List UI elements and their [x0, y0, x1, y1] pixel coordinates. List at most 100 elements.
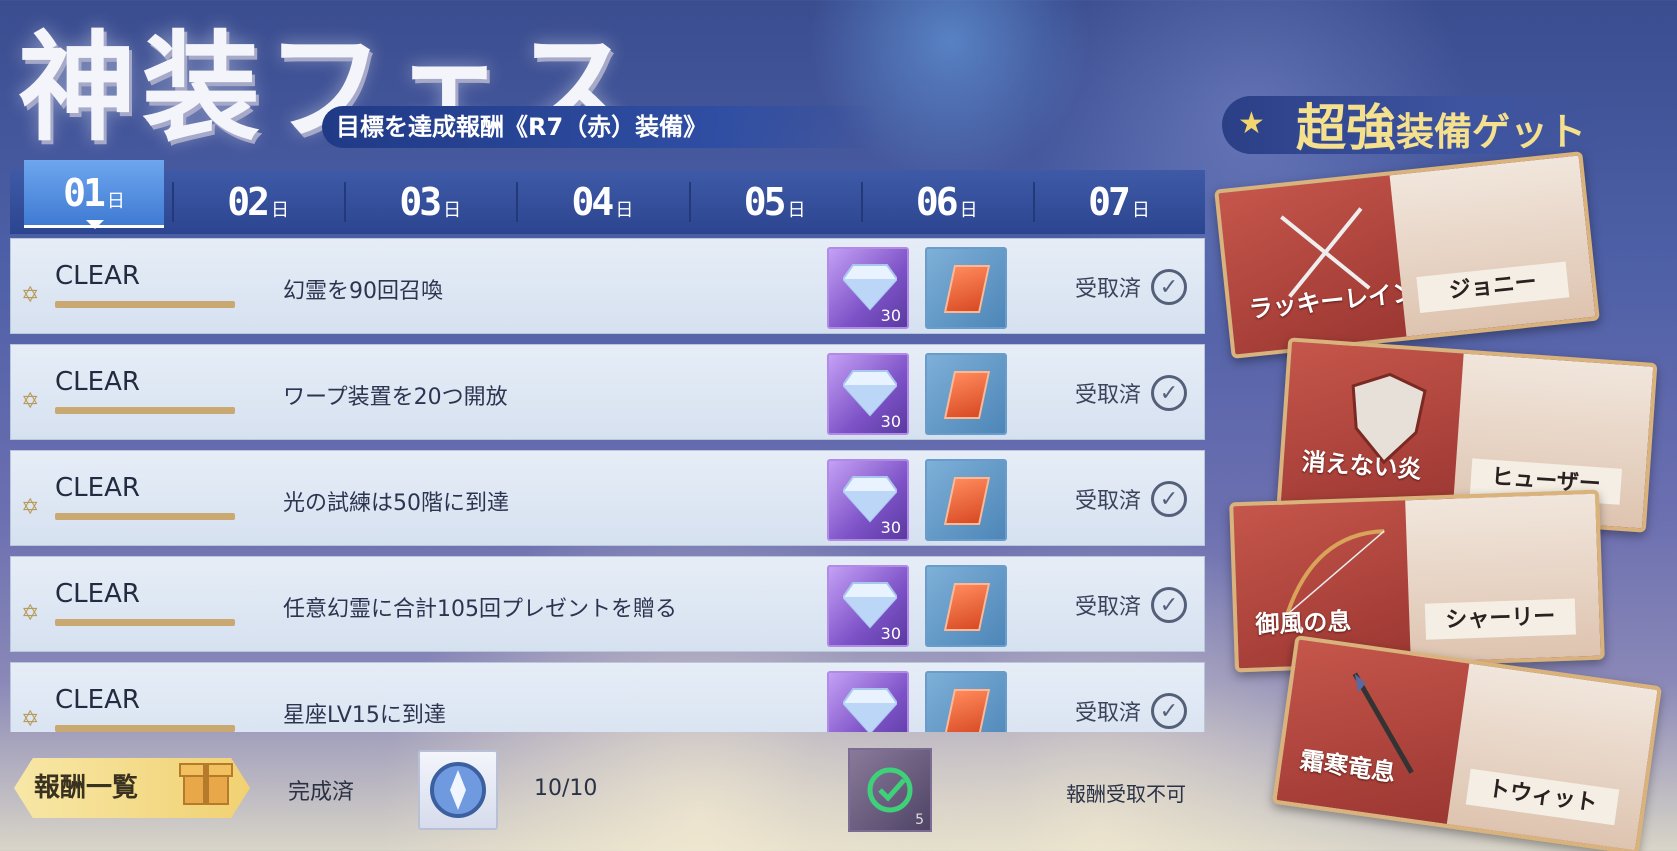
claim-status: 受取済 ✓: [1075, 587, 1188, 623]
tab-day-label: 日: [270, 200, 289, 221]
tab-number: 07: [1088, 180, 1131, 224]
task-progress-bar: [55, 725, 235, 732]
task-state: CLEAR: [55, 685, 140, 715]
gem-reward[interactable]: 30: [827, 565, 909, 647]
tab-day-label: 日: [615, 200, 634, 221]
claim-status-label: 受取済: [1075, 489, 1142, 514]
task-state: CLEAR: [55, 261, 140, 291]
character-portrait: [1446, 663, 1658, 851]
gem-reward[interactable]: 30: [827, 353, 909, 435]
reward-count: 30: [880, 412, 901, 431]
tab-day-label: 日: [106, 190, 125, 212]
gem-reward[interactable]: 30: [827, 671, 909, 732]
task-state: CLEAR: [55, 579, 140, 609]
showcase-heading-big: 超強: [1296, 99, 1396, 157]
weapon-name: 消えない炎: [1300, 447, 1423, 484]
task-row: ✡ CLEAR ワープ装置を20つ開放 30 受取済 ✓: [10, 344, 1205, 440]
tab-day-03[interactable]: 03 日: [344, 170, 516, 234]
check-icon: ✓: [1151, 375, 1188, 411]
star-icon: ✡: [21, 707, 40, 732]
completed-label: 完成済: [288, 780, 355, 805]
tab-day-label: 日: [1131, 200, 1150, 221]
reward-count: 30: [881, 730, 901, 732]
task-row: ✡ CLEAR 幻霊を90回召喚 30 受取済 ✓: [10, 238, 1205, 334]
star-icon: ★: [1238, 106, 1265, 141]
check-icon: ✓: [1151, 587, 1188, 623]
diamond-icon: [843, 476, 897, 523]
diamond-icon: [843, 582, 897, 629]
claim-status: 受取済 ✓: [1075, 375, 1188, 411]
gem-reward[interactable]: 30: [827, 459, 909, 541]
star-icon: ✡: [21, 495, 40, 520]
footer-bar: 報酬一覧 完成済 10/10 5 報酬受取不可: [0, 740, 1220, 840]
gem-reward[interactable]: 30: [827, 247, 909, 329]
task-state: CLEAR: [55, 473, 140, 503]
claim-status: 受取済 ✓: [1075, 693, 1188, 729]
check-icon: ✓: [1151, 481, 1188, 517]
claim-status-label: 受取済: [1075, 701, 1142, 726]
tab-number: 06: [915, 180, 959, 224]
star-icon: ✡: [21, 601, 40, 626]
final-reward-item[interactable]: 5: [848, 748, 932, 832]
reward-count: 30: [880, 624, 901, 643]
diamond-icon: [843, 688, 897, 732]
equipment-reward[interactable]: [925, 459, 1007, 541]
task-row: ✡ CLEAR 任意幻霊に合計105回プレゼントを贈る 30 受取済 ✓: [10, 556, 1205, 652]
character-name: シャーリー: [1424, 598, 1576, 640]
tab-number: 04: [571, 180, 615, 224]
claim-status: 受取済 ✓: [1075, 481, 1188, 517]
tab-day-01[interactable]: 01 日: [24, 160, 164, 229]
task-progress-bar: [55, 407, 235, 414]
star-icon: ✡: [21, 283, 40, 308]
showcase-heading: ★ 超強装備ゲット: [1222, 96, 1622, 157]
equipment-icon: [943, 265, 991, 313]
tab-day-02[interactable]: 02 日: [172, 170, 344, 234]
task-progress-bar: [55, 513, 235, 520]
reward-count: 30: [880, 518, 901, 537]
tab-day-06[interactable]: 06 日: [860, 170, 1033, 234]
task-progress-bar: [55, 619, 235, 626]
equipment-reward[interactable]: [925, 353, 1007, 435]
tab-number: 02: [227, 180, 270, 224]
showcase-card[interactable]: 御風の息 シャーリー: [1229, 489, 1605, 673]
gift-icon: [179, 763, 233, 805]
tab-day-05[interactable]: 05 日: [688, 170, 861, 234]
showcase-heading-small: 装備ゲット: [1396, 110, 1587, 154]
reward-count: 30: [880, 306, 901, 325]
star-icon: ✡: [21, 389, 40, 414]
claim-status-label: 受取済: [1075, 277, 1142, 302]
day-tabs: 01 日 02 日 03 日 04 日 05 日 06 日 07 日: [10, 160, 1205, 234]
check-icon: ✓: [1151, 269, 1188, 305]
tab-number: 05: [743, 180, 787, 224]
task-row: ✡ CLEAR 光の試練は50階に到達 30 受取済 ✓: [10, 450, 1205, 546]
compass-icon: [418, 750, 498, 830]
tab-day-04[interactable]: 04 日: [516, 170, 688, 234]
equipment-reward[interactable]: [925, 247, 1007, 329]
equipment-reward[interactable]: [925, 671, 1007, 732]
tab-day-label: 日: [443, 200, 462, 221]
tab-day-label: 日: [787, 200, 806, 221]
weapon-name: 御風の息: [1254, 607, 1352, 639]
equipment-icon: [943, 477, 991, 525]
diamond-icon: [843, 264, 897, 311]
tab-number: 01: [63, 170, 106, 215]
equipment-icon: [943, 583, 991, 631]
equipment-icon: [943, 689, 991, 732]
final-reward-status: 報酬受取不可: [1066, 782, 1186, 806]
task-row: ✡ CLEAR 星座LV15に到達 30 受取済 ✓: [10, 662, 1205, 732]
equipment-icon: [943, 371, 991, 419]
task-state: CLEAR: [55, 367, 140, 397]
task-text: 光の試練は50階に到達: [283, 491, 509, 516]
equipment-reward[interactable]: [925, 565, 1007, 647]
claim-status-label: 受取済: [1075, 595, 1142, 620]
task-text: 星座LV15に到達: [283, 703, 446, 728]
task-list[interactable]: ✡ CLEAR 幻霊を90回召喚 30 受取済 ✓ ✡ CLEAR ワープ装置を2…: [10, 238, 1205, 732]
claim-status-label: 受取済: [1075, 383, 1142, 408]
tab-number: 03: [399, 180, 442, 224]
task-progress-bar: [55, 301, 235, 308]
tab-day-07[interactable]: 07 日: [1032, 170, 1205, 234]
check-icon: ✓: [1151, 693, 1188, 729]
task-text: 幻霊を90回召喚: [283, 279, 443, 304]
task-text: ワープ装置を20つ開放: [283, 385, 508, 410]
event-subtitle: 目標を達成報酬《R7（赤）装備》: [322, 106, 882, 148]
